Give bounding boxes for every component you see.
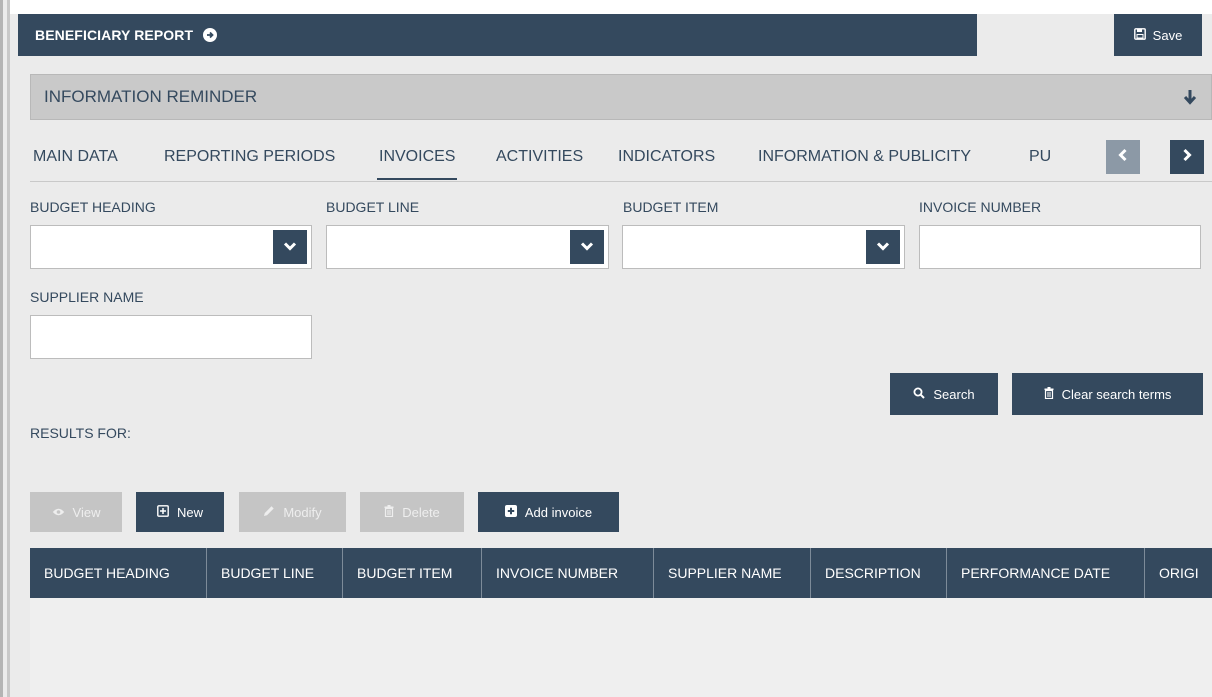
budget-line-label: BUDGET LINE xyxy=(326,199,420,215)
arrow-down-icon[interactable] xyxy=(1183,89,1197,110)
tab-invoices[interactable]: INVOICES xyxy=(377,136,458,180)
budget-heading-dropdown-button[interactable] xyxy=(273,230,307,264)
modify-button[interactable]: Modify xyxy=(239,492,346,532)
pencil-icon xyxy=(263,505,275,520)
tab-activities[interactable]: ACTIVITIES xyxy=(496,136,583,180)
trash-icon xyxy=(1044,386,1054,402)
invoice-number-field[interactable] xyxy=(919,225,1201,269)
column-header-invoice-number[interactable]: INVOICE NUMBER xyxy=(482,548,654,598)
chevron-down-icon xyxy=(283,238,297,256)
plus-square-icon xyxy=(157,504,169,520)
save-button[interactable]: Save xyxy=(1114,14,1202,56)
budget-line-dropdown-button[interactable] xyxy=(570,230,604,264)
plus-square-solid-icon xyxy=(504,504,517,520)
new-button[interactable]: New xyxy=(136,492,224,532)
invoices-table-body xyxy=(30,598,1212,697)
view-button[interactable]: View xyxy=(30,492,122,532)
add-invoice-button-label: Add invoice xyxy=(524,504,593,520)
column-header-budget-heading[interactable]: BUDGET HEADING xyxy=(30,548,207,598)
arrow-circle-right-icon[interactable] xyxy=(203,28,218,42)
information-reminder-title: INFORMATION REMINDER xyxy=(44,87,258,106)
invoice-number-label: INVOICE NUMBER xyxy=(919,199,1042,215)
tab-reporting-periods[interactable]: REPORTING PERIODS xyxy=(164,136,335,180)
search-button-label: Search xyxy=(933,386,975,402)
results-for-label: RESULTS FOR: xyxy=(30,425,131,441)
column-header-description[interactable]: DESCRIPTION xyxy=(811,548,947,598)
chevron-down-icon xyxy=(876,238,890,256)
search-icon xyxy=(913,387,926,402)
add-invoice-button[interactable]: Add invoice xyxy=(478,492,619,532)
budget-item-select[interactable] xyxy=(622,225,905,269)
clear-search-terms-label: Clear search terms xyxy=(1061,386,1172,402)
budget-line-select[interactable] xyxy=(326,225,609,269)
chevron-right-icon xyxy=(1181,148,1193,167)
top-strip xyxy=(10,0,1212,14)
report-title: BENEFICIARY REPORT xyxy=(35,27,194,43)
column-header-budget-item[interactable]: BUDGET ITEM xyxy=(343,548,482,598)
search-button[interactable]: Search xyxy=(890,373,998,415)
supplier-name-label: SUPPLIER NAME xyxy=(30,289,144,305)
tab-information-publicity[interactable]: INFORMATION & PUBLICITY xyxy=(758,136,971,180)
tab-scroll-right-button[interactable] xyxy=(1170,140,1204,174)
tab-bar: MAIN DATA REPORTING PERIODS INVOICES ACT… xyxy=(30,136,1212,182)
page: BENEFICIARY REPORT Save INFORMATION REMI… xyxy=(10,0,1212,697)
chevron-down-icon xyxy=(580,238,594,256)
modify-button-label: Modify xyxy=(283,504,322,520)
supplier-name-field[interactable] xyxy=(30,315,312,359)
floppy-disk-icon xyxy=(1133,27,1146,43)
chevron-left-icon xyxy=(1117,148,1129,167)
column-header-budget-line[interactable]: BUDGET LINE xyxy=(207,548,343,598)
eye-icon xyxy=(52,505,65,520)
save-button-label: Save xyxy=(1152,27,1183,43)
delete-button[interactable]: Delete xyxy=(360,492,464,532)
left-edge-border xyxy=(0,0,3,697)
new-button-label: New xyxy=(176,504,203,520)
tab-indicators[interactable]: INDICATORS xyxy=(618,136,715,180)
budget-item-label: BUDGET ITEM xyxy=(623,199,719,215)
tab-main-data[interactable]: MAIN DATA xyxy=(33,136,118,180)
budget-heading-select[interactable] xyxy=(30,225,312,269)
invoices-table-header: BUDGET HEADING BUDGET LINE BUDGET ITEM I… xyxy=(30,548,1212,598)
tab-pu[interactable]: PU xyxy=(1029,136,1051,180)
trash-icon xyxy=(384,504,394,520)
column-header-supplier-name[interactable]: SUPPLIER NAME xyxy=(654,548,811,598)
column-header-original[interactable]: ORIGI xyxy=(1145,548,1212,598)
budget-heading-label: BUDGET HEADING xyxy=(30,199,156,215)
view-button-label: View xyxy=(72,504,101,520)
report-header: BENEFICIARY REPORT xyxy=(18,14,977,56)
budget-item-dropdown-button[interactable] xyxy=(866,230,900,264)
column-header-performance-date[interactable]: PERFORMANCE DATE xyxy=(947,548,1145,598)
information-reminder-panel[interactable]: INFORMATION REMINDER xyxy=(30,74,1212,120)
clear-search-terms-button[interactable]: Clear search terms xyxy=(1012,373,1203,415)
tab-scroll-left-button[interactable] xyxy=(1106,140,1140,174)
delete-button-label: Delete xyxy=(402,504,440,520)
